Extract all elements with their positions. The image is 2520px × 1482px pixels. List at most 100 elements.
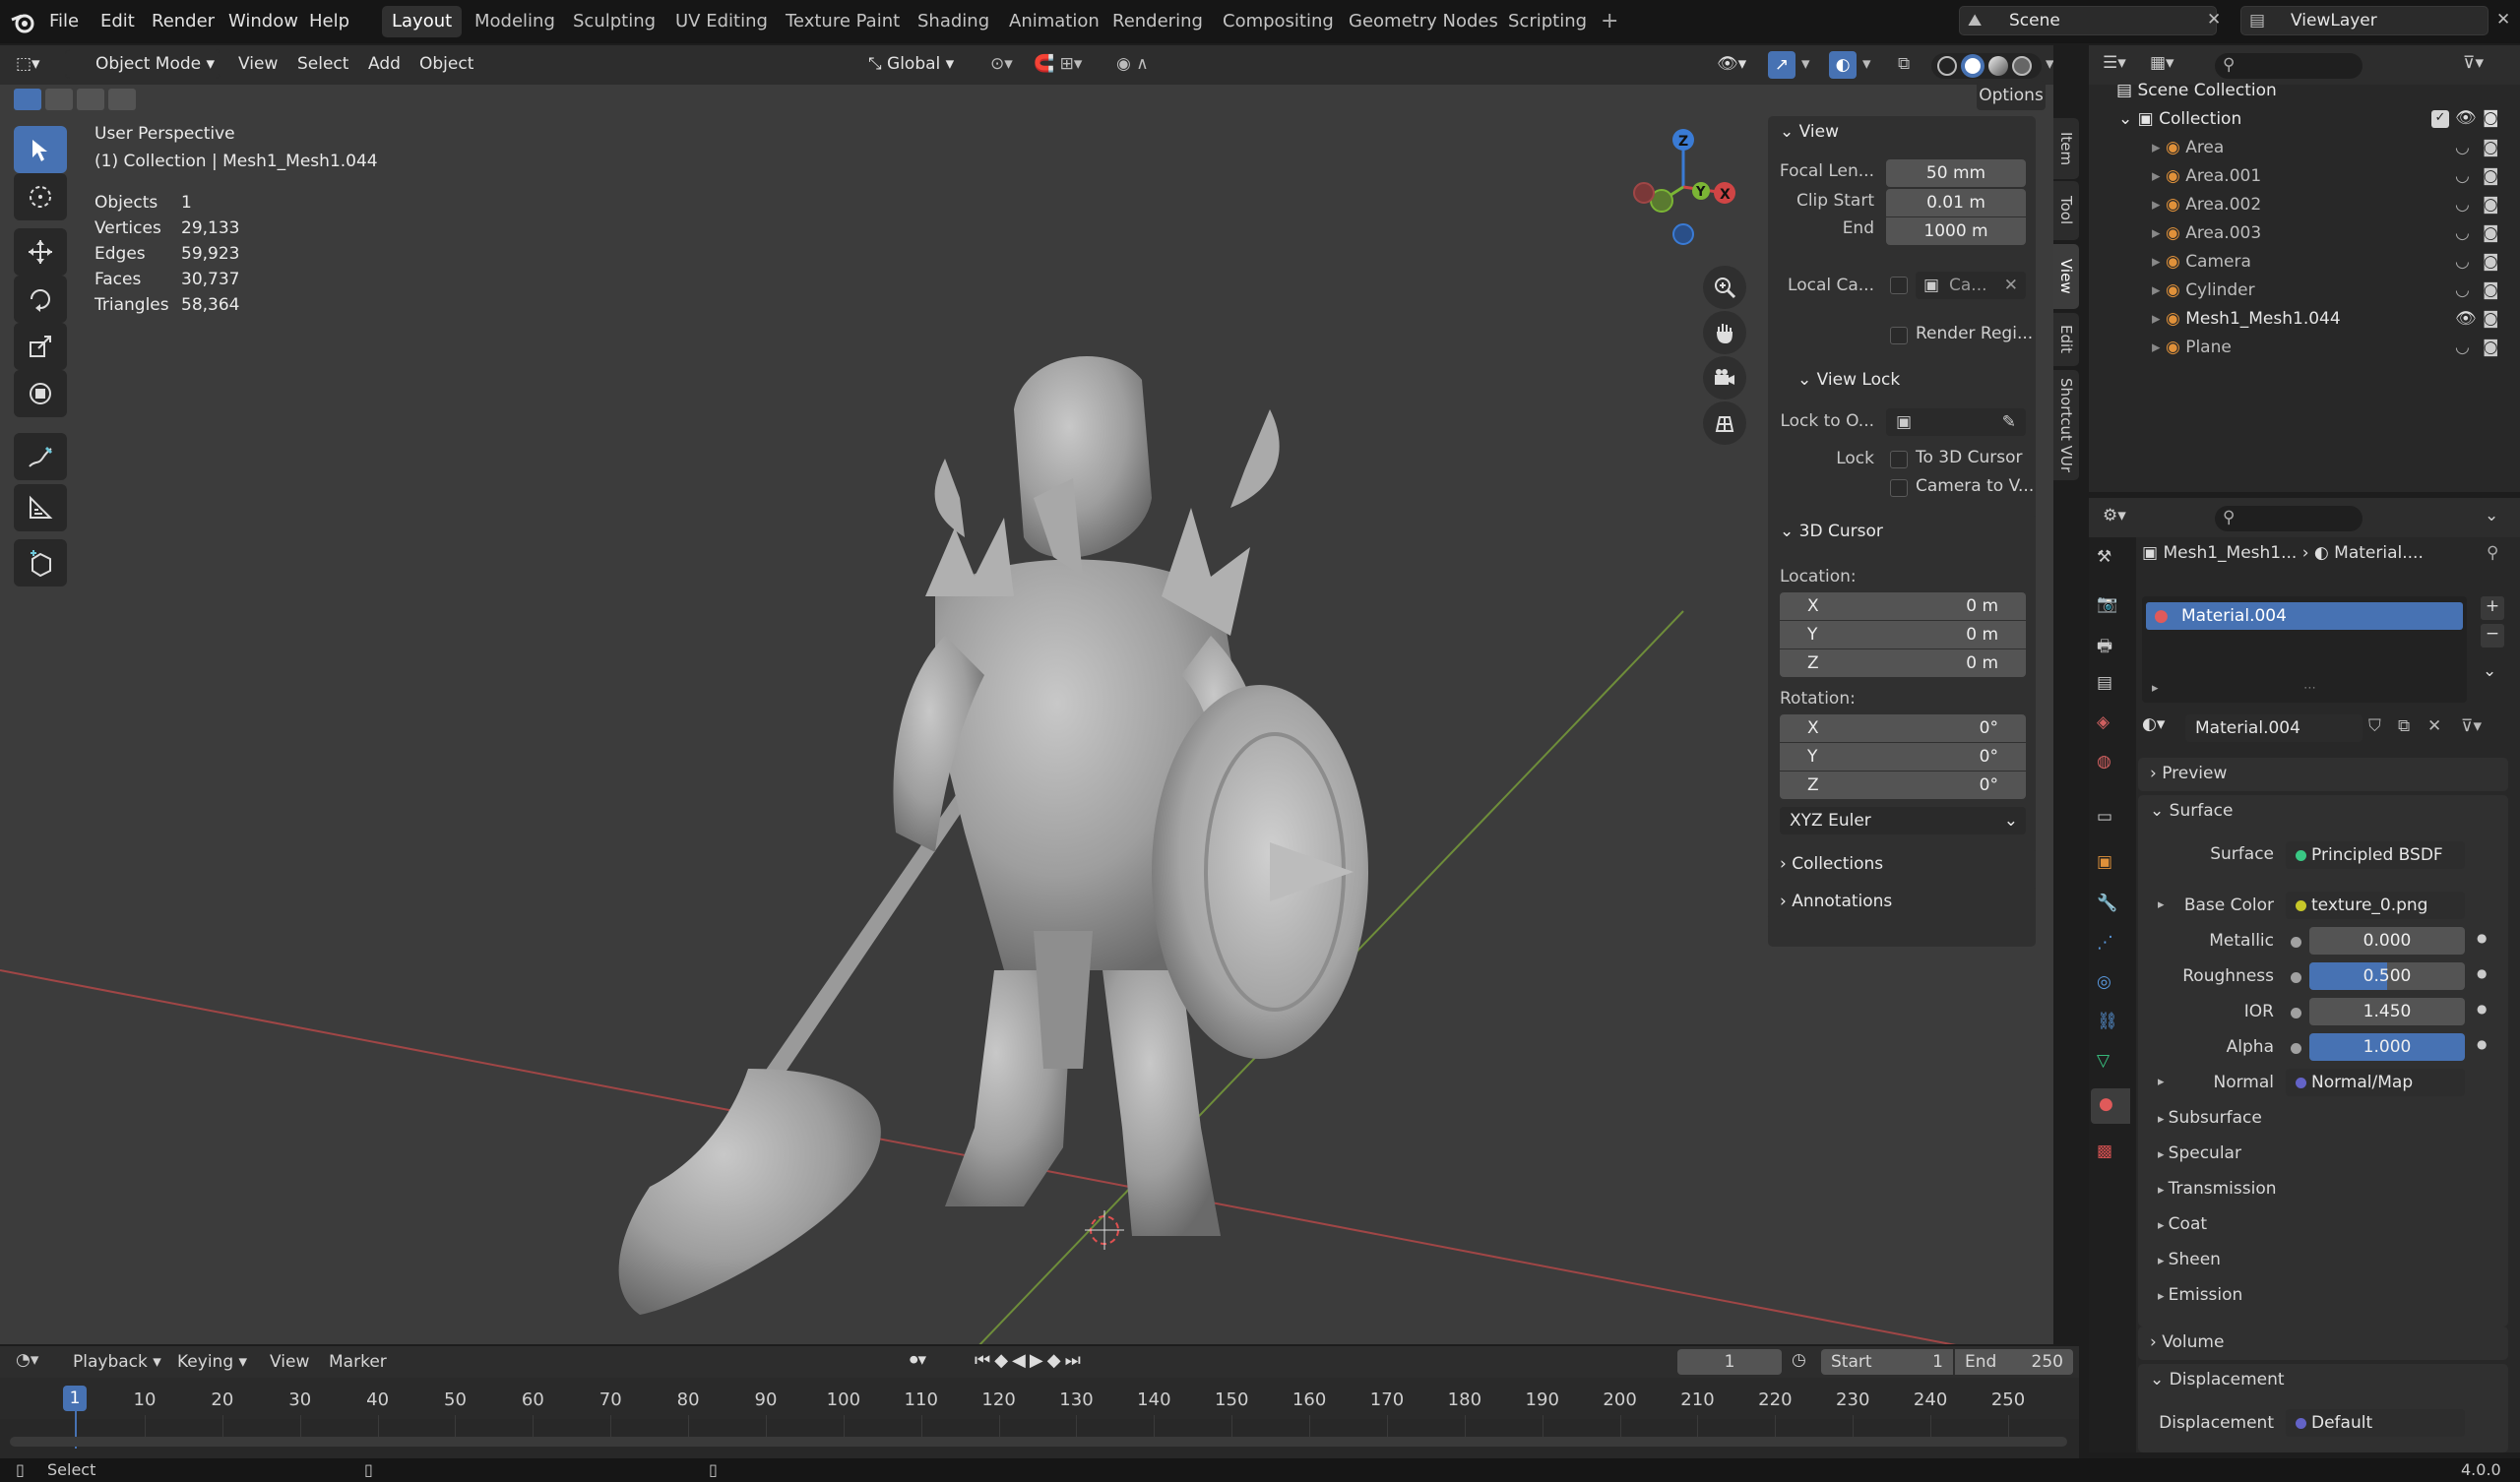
view-lock-header[interactable]: ⌄ View Lock (1797, 370, 1900, 390)
metallic-field[interactable]: 0.000 (2309, 927, 2465, 955)
outliner-search-input[interactable]: ⚲ (2215, 53, 2362, 79)
preview-header[interactable]: › Preview (2150, 764, 2227, 783)
breadcrumb-object[interactable]: Mesh1_Mesh1... (2163, 543, 2297, 563)
surface-shader-field[interactable]: Principled BSDF (2286, 841, 2465, 869)
zoom-icon[interactable] (1703, 266, 1746, 309)
cursor-rotation-y[interactable]: Y 0° (1780, 743, 2026, 771)
add-cube-tool[interactable] (14, 539, 67, 587)
tab-uv-editing[interactable]: UV Editing (665, 6, 778, 37)
collections-header[interactable]: › Collections (1780, 854, 1883, 874)
timeline-editor-icon[interactable]: ◔▾ (16, 1350, 38, 1370)
expand-icon[interactable]: ▸ (2152, 138, 2166, 157)
play-icon[interactable]: ▶ (1030, 1350, 1047, 1371)
snap-icon[interactable]: 🧲 ⊞▾ (1034, 49, 1082, 79)
add-slot-button[interactable]: + (2481, 596, 2504, 620)
solid-shading-icon[interactable] (1961, 54, 1984, 78)
gizmo-toggle-icon[interactable]: ↗ (1768, 51, 1796, 79)
start-frame-field[interactable]: Start 1 (1821, 1349, 1953, 1375)
npanel-tab-edit[interactable]: Edit (2053, 313, 2079, 366)
visibility-icon[interactable]: 👁▾ (1717, 49, 1746, 79)
overlay-dropdown-icon[interactable]: ▾ (1862, 49, 1871, 79)
perspective-grid-icon[interactable] (1703, 401, 1746, 445)
tab-sculpting[interactable]: Sculpting (563, 6, 665, 37)
visibility-icon[interactable]: 👁 (2455, 309, 2477, 329)
tab-modeling[interactable]: Modeling (465, 6, 565, 37)
output-tab-icon[interactable]: 🖶 (2097, 634, 2126, 663)
texture-tab-icon[interactable]: ▩ (2097, 1142, 2126, 1171)
xray-icon[interactable]: ⧉ (1898, 49, 1910, 79)
transform-tool[interactable] (14, 370, 67, 417)
npanel-tab-shortcut[interactable]: Shortcut VUr (2053, 370, 2079, 480)
tab-animation[interactable]: Animation (999, 6, 1109, 37)
mode-dropdown[interactable]: Object Mode ▾ (65, 49, 220, 79)
expand-icon[interactable]: ▸ (2152, 166, 2166, 186)
current-frame-field[interactable]: 1 (1677, 1349, 1782, 1375)
tab-scripting[interactable]: Scripting (1498, 6, 1597, 37)
npanel-tab-item[interactable]: Item (2053, 118, 2079, 179)
expand-icon[interactable]: ▸ (2152, 338, 2166, 357)
cursor-location-y[interactable]: Y0 m (1780, 621, 2026, 648)
surface-header[interactable]: ⌄ Surface (2150, 801, 2233, 821)
outliner-item[interactable]: ▸ ◉ Camera (2152, 252, 2251, 272)
roughness-field[interactable]: 0.500 (2309, 962, 2465, 990)
outliner-item[interactable]: ▸ ◉ Plane (2152, 338, 2232, 357)
npanel-tab-view[interactable]: View (2053, 244, 2079, 309)
tab-compositing[interactable]: Compositing (1213, 6, 1344, 37)
scene-tab-icon[interactable]: ◈ (2097, 712, 2126, 742)
collection-render-icon[interactable]: ◙ (2483, 108, 2499, 128)
breadcrumb-material[interactable]: Material.... (2334, 543, 2424, 563)
select-box-tool[interactable] (14, 126, 67, 173)
local-camera-checkbox[interactable] (1890, 277, 1908, 294)
viewport-menu-add[interactable]: Add (368, 49, 401, 79)
proportional-edit-icon[interactable]: ◉ ∧ (1116, 49, 1149, 79)
display-mode-icon[interactable]: ▦▾ (2150, 53, 2174, 73)
unlink-material-icon[interactable]: ✕ (2427, 716, 2441, 736)
normal-field[interactable]: Normal/Map (2286, 1069, 2465, 1096)
timeline-menu-playback[interactable]: Playback ▾ (73, 1352, 161, 1372)
pin-icon[interactable]: ⚲ (2487, 543, 2498, 563)
cursor-tool[interactable] (14, 173, 67, 220)
alpha-socket-icon[interactable] (2291, 1043, 2301, 1054)
surface-subpanel[interactable]: ▸ Subsurface (2158, 1108, 2262, 1128)
material-browse-icon[interactable]: ◐▾ (2142, 714, 2165, 734)
visibility-icon[interactable]: ◡ (2455, 252, 2470, 272)
modifier-tab-icon[interactable]: 🔧 (2097, 894, 2126, 923)
npanel-tab-tool[interactable]: Tool (2053, 181, 2079, 240)
transform-orientation[interactable]: ⤡ Global ▾ (868, 49, 954, 79)
render-tab-icon[interactable]: 📷 (2097, 594, 2126, 624)
node-link-icon[interactable]: ⊽▾ (2461, 716, 2482, 736)
base-color-field[interactable]: texture_0.png (2286, 892, 2465, 919)
surface-subpanel[interactable]: ▸ Specular (2158, 1143, 2241, 1163)
record-icon[interactable]: ⏺▾ (910, 1350, 926, 1370)
remove-slot-button[interactable]: − (2481, 624, 2504, 648)
view-layer-tab-icon[interactable]: ▤ (2097, 673, 2126, 703)
slot-specials-icon[interactable]: ⌄ (2483, 661, 2496, 681)
local-camera-field[interactable]: Ca... ✕ ▣ (1916, 272, 2026, 299)
slot-expand-icon[interactable]: ▸ (2152, 681, 2159, 696)
end-frame-field[interactable]: End 250 (1955, 1349, 2073, 1375)
timeline-scrollbar[interactable] (10, 1437, 2067, 1447)
3d-cursor-header[interactable]: ⌄ 3D Cursor (1780, 522, 1883, 541)
outliner-item[interactable]: ▸ ◉ Area.003 (2152, 223, 2261, 243)
constraints-tab-icon[interactable]: ⛓ (2097, 1012, 2126, 1041)
outliner-item[interactable]: ▸ ◉ Cylinder (2152, 280, 2255, 300)
wireframe-shading-icon[interactable] (1937, 56, 1957, 76)
properties-search-input[interactable]: ⚲ (2215, 506, 2362, 531)
lock-to-object-field[interactable]: ▣ ✎ (1886, 408, 2026, 436)
pivot-icon[interactable]: ⊙▾ (990, 49, 1013, 79)
navigation-gizmo[interactable]: Z X Y (1620, 122, 1748, 250)
menu-edit[interactable]: Edit (94, 6, 141, 37)
outliner-item[interactable]: ▸ ◉ Area.002 (2152, 195, 2261, 215)
tab-rendering[interactable]: Rendering (1102, 6, 1213, 37)
clip-start-field[interactable]: 0.01 m (1886, 189, 2026, 216)
clip-end-field[interactable]: 1000 m (1886, 217, 2026, 245)
expand-icon[interactable]: ▸ (2152, 280, 2166, 300)
displacement-header[interactable]: ⌄ Displacement (2150, 1370, 2285, 1389)
roughness-keyframe-icon[interactable]: ● (2477, 966, 2487, 980)
material-tab-icon[interactable]: ● (2099, 1094, 2128, 1124)
outliner-scene-collection[interactable]: ▤ Scene Collection (2116, 81, 2277, 100)
ior-socket-icon[interactable] (2291, 1008, 2301, 1019)
tool-tab-icon[interactable]: ⚒ (2097, 547, 2126, 577)
collection-visibility-icon[interactable]: 👁 (2455, 108, 2477, 128)
focal-length-field[interactable]: 50 mm (1886, 159, 2026, 187)
